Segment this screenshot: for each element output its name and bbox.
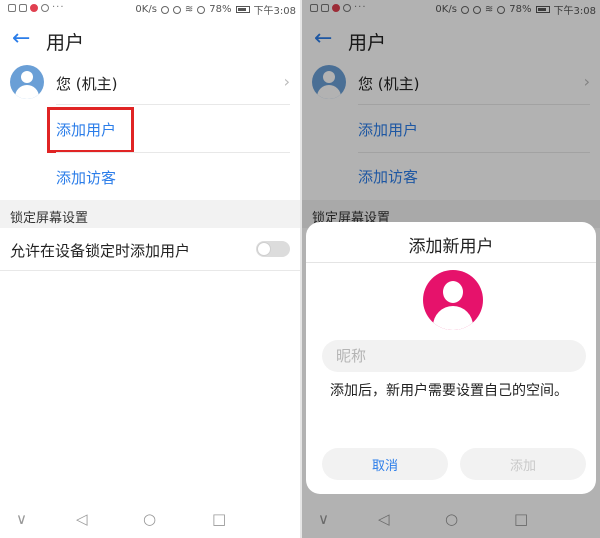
section-header: 锁定屏幕设置 bbox=[0, 200, 300, 228]
notification-icon bbox=[30, 3, 38, 12]
dialog-title: 添加新用户 bbox=[408, 237, 494, 257]
owner-user-label: 您 (机主) bbox=[56, 75, 118, 93]
nickname-input[interactable] bbox=[322, 340, 586, 372]
add-guest-button[interactable]: 添加访客 bbox=[56, 167, 116, 188]
lock-screen-toggle-row[interactable]: 允许在设备锁定时添加用户 bbox=[0, 228, 300, 270]
signal-icon bbox=[197, 5, 206, 14]
divider bbox=[56, 104, 290, 105]
network-speed: 0K/s bbox=[135, 4, 157, 15]
notification-icon bbox=[41, 3, 49, 12]
status-bar: ··· 0K/s ≋ 78% 下午3:08 bbox=[0, 0, 300, 17]
collapse-icon[interactable]: ∨ bbox=[16, 510, 27, 528]
owner-user-row[interactable]: 您 (机主) › bbox=[0, 62, 300, 104]
wifi-icon: ≋ bbox=[184, 4, 194, 15]
highlight-box bbox=[47, 107, 134, 153]
person-icon bbox=[443, 281, 463, 303]
toggle-knob bbox=[257, 242, 271, 256]
home-icon[interactable]: ○ bbox=[143, 510, 156, 528]
add-user-dialog-screen: ··· 0K/s ≋ 78% 下午3:08 ← 用户 您 (机主) › 添加用户… bbox=[302, 0, 600, 538]
divider bbox=[0, 270, 300, 271]
vibrate-icon bbox=[160, 5, 169, 14]
person-icon-body bbox=[15, 85, 39, 99]
add-new-user-dialog: 添加新用户 添加后，新用户需要设置自己的空间。 取消 添加 bbox=[306, 222, 596, 494]
toggle-label: 允许在设备锁定时添加用户 bbox=[10, 242, 191, 260]
users-settings-screen: ··· 0K/s ≋ 78% 下午3:08 ← 用户 您 (机主) › 添加用户… bbox=[0, 0, 300, 538]
navigation-bar: ∨ ◁ ○ □ bbox=[0, 502, 300, 538]
cancel-button[interactable]: 取消 bbox=[322, 448, 448, 480]
chevron-right-icon: › bbox=[283, 72, 290, 91]
dialog-message: 添加后，新用户需要设置自己的空间。 bbox=[330, 383, 568, 399]
more-notifications-icon: ··· bbox=[52, 2, 65, 13]
app-header: ← 用户 bbox=[0, 22, 300, 58]
recent-apps-icon[interactable]: □ bbox=[212, 510, 226, 528]
new-user-avatar[interactable] bbox=[423, 270, 483, 330]
divider bbox=[306, 262, 596, 263]
arrow-left-icon[interactable]: ← bbox=[12, 28, 30, 50]
clock: 下午3:08 bbox=[253, 6, 296, 17]
add-button[interactable]: 添加 bbox=[460, 448, 586, 480]
alarm-icon bbox=[172, 5, 181, 14]
notification-icon bbox=[8, 3, 16, 12]
battery-icon bbox=[235, 6, 250, 13]
notification-icon bbox=[19, 3, 27, 12]
page-title: 用户 bbox=[46, 32, 85, 54]
allow-add-user-toggle[interactable] bbox=[256, 241, 290, 257]
person-icon-body bbox=[433, 306, 473, 330]
divider bbox=[56, 152, 290, 153]
section-title: 锁定屏幕设置 bbox=[10, 211, 89, 226]
person-icon bbox=[21, 71, 33, 83]
battery-percent: 78% bbox=[209, 4, 232, 15]
back-nav-icon[interactable]: ◁ bbox=[76, 510, 88, 528]
avatar bbox=[10, 65, 44, 99]
